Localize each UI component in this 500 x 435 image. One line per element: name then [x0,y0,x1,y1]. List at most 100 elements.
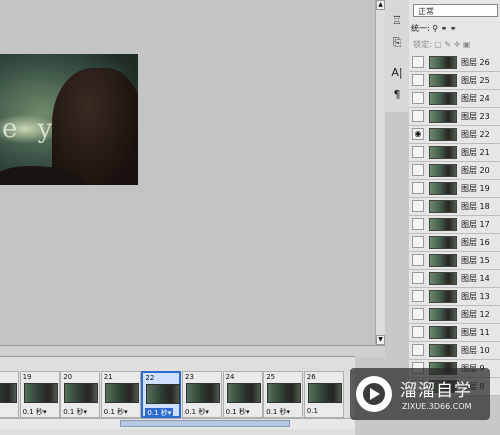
document-image[interactable]: e y [0,54,138,185]
layer-row[interactable]: 图层 15 [409,252,500,270]
layer-row[interactable]: 图层 24 [409,90,500,108]
frame-delay-dropdown[interactable]: 0.1 秒▾ [63,407,87,417]
clone-stamp-icon[interactable]: ⎘ [389,36,405,50]
layer-name: 图层 25 [461,76,490,85]
timeline-horizontal-scrollbar[interactable] [0,418,355,429]
layer-row[interactable]: 图层 26 [409,54,500,72]
layer-thumbnail [429,74,457,87]
canvas-workspace[interactable]: e y [0,0,375,345]
visibility-eye-icon[interactable] [412,308,424,320]
layer-row[interactable]: 图层 17 [409,216,500,234]
layer-thumbnail [429,308,457,321]
lock-row: 锁定: ▢ ✎ ✛ ▣ [409,38,500,52]
lock-all-icon[interactable]: ▣ [463,40,471,49]
animation-frame[interactable]: 23 0.1 秒▾ [182,371,222,418]
frame-number: 19 [22,373,32,381]
layer-row[interactable]: 图层 21 [409,144,500,162]
visibility-eye-icon[interactable] [412,74,424,86]
layer-row[interactable]: 图层 12 [409,306,500,324]
visibility-eye-icon[interactable]: ◉ [412,128,424,140]
animation-frame[interactable]: 18秒▾ [0,371,19,418]
unify-style-icon[interactable]: ⚭ [450,24,457,33]
layer-name: 图层 20 [461,166,490,175]
layer-name: 图层 19 [461,184,490,193]
layer-row[interactable]: 图层 18 [409,198,500,216]
layer-row[interactable]: ◉ 图层 22 [409,126,500,144]
animation-frame[interactable]: 25 0.1 秒▾ [263,371,304,418]
unify-visibility-icon[interactable]: ⚭ [441,24,448,33]
unify-position-icon[interactable]: ⚲ [432,24,438,33]
frame-thumbnail [0,383,17,403]
layer-row[interactable]: 图层 11 [409,324,500,342]
canvas-vertical-scrollbar[interactable]: ▲ ▼ [375,0,385,345]
lock-move-icon[interactable]: ✛ [454,40,461,49]
layer-row[interactable]: 图层 13 [409,288,500,306]
frame-delay-dropdown[interactable]: 0.1 秒▾ [104,407,128,417]
visibility-eye-icon[interactable] [412,200,424,212]
paragraph-icon[interactable]: ¶ [389,88,405,102]
animation-frame[interactable]: 26 0.1 [303,371,344,418]
frame-thumbnail [104,383,139,403]
layer-thumbnail [429,110,457,123]
visibility-eye-icon[interactable] [412,146,424,158]
watermark-title: 溜溜自学 [400,381,472,401]
visibility-eye-icon[interactable] [412,272,424,284]
scroll-up-arrow-icon[interactable]: ▲ [376,0,385,10]
visibility-eye-icon[interactable] [412,290,424,302]
visibility-eye-icon[interactable] [412,110,424,122]
layer-thumbnail [429,164,457,177]
visibility-eye-icon[interactable] [412,92,424,104]
frame-delay-dropdown[interactable]: 0.1 秒▾ [23,407,47,417]
frame-delay-dropdown[interactable]: 0.1 秒▾ [266,407,290,417]
layer-name: 图层 22 [461,130,490,139]
layer-name: 图层 21 [461,148,490,157]
layers-panel: 正常 统一: ⚲ ⚭ ⚭ 锁定: ▢ ✎ ✛ ▣ 图层 26 图层 25 图层 24… [409,0,500,396]
layer-thumbnail [429,182,457,195]
scroll-down-arrow-icon[interactable]: ▼ [376,335,385,345]
timeline-scroll-thumb[interactable] [120,420,290,427]
animation-frame[interactable]: 24 0.1 秒▾ [222,371,263,418]
lock-transparent-icon[interactable]: ▢ [434,40,442,49]
animation-frame[interactable]: 20 0.1 秒▾ [60,371,101,418]
brush-tool-icon[interactable]: ♖ [389,14,405,28]
frame-number: 20 [63,373,73,381]
frame-number: 26 [306,373,316,381]
layer-row[interactable]: 图层 16 [409,234,500,252]
lock-paint-icon[interactable]: ✎ [444,40,451,49]
visibility-eye-icon[interactable] [412,326,424,338]
frame-delay-dropdown[interactable]: 0.1 秒▾ [145,408,174,418]
layer-row[interactable]: 图层 19 [409,180,500,198]
layer-thumbnail [429,128,457,141]
blend-mode-select[interactable]: 正常 [413,4,498,17]
frame-number: 21 [103,373,113,381]
animation-frame[interactable]: 19 0.1 秒▾ [19,371,60,418]
visibility-eye-icon[interactable] [412,164,424,176]
layer-row[interactable]: 图层 23 [409,108,500,126]
visibility-eye-icon[interactable] [412,182,424,194]
visibility-eye-icon[interactable] [412,236,424,248]
layer-row[interactable]: 图层 10 [409,342,500,360]
frame-thumbnail [226,383,261,403]
layer-name: 图层 11 [461,328,490,337]
layer-name: 图层 12 [461,310,490,319]
visibility-eye-icon[interactable] [412,254,424,266]
layer-row[interactable]: 图层 20 [409,162,500,180]
layer-row[interactable]: 图层 25 [409,72,500,90]
visibility-eye-icon[interactable] [412,56,424,68]
frame-thumbnail [23,383,58,403]
frame-delay-dropdown[interactable]: 0.1 [307,407,318,415]
animation-frame[interactable]: 21 0.1 秒▾ [100,371,141,418]
layer-thumbnail [429,146,457,159]
frame-delay-dropdown[interactable]: 0.1 秒▾ [226,407,250,417]
layer-name: 图层 10 [461,346,490,355]
frame-delay-dropdown[interactable]: 0.1 秒▾ [185,407,209,417]
layer-row[interactable]: 图层 14 [409,270,500,288]
animation-frame[interactable]: 22 0.1 秒▾ [141,371,182,418]
visibility-eye-icon[interactable] [412,218,424,230]
frame-number: 23 [185,373,194,381]
layer-thumbnail [429,344,457,357]
photo-text: e y [2,114,59,144]
character-icon[interactable]: A| [389,66,405,80]
layer-thumbnail [429,200,457,213]
visibility-eye-icon[interactable] [412,344,424,356]
